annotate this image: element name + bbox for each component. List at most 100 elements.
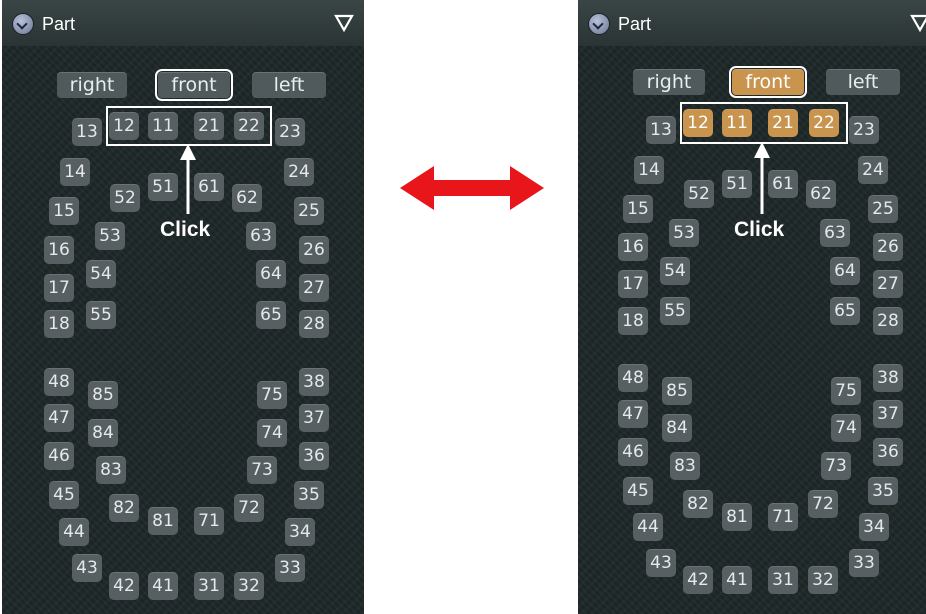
tooth-38[interactable]: 38 <box>873 364 903 392</box>
tooth-64[interactable]: 64 <box>830 257 860 285</box>
tooth-74[interactable]: 74 <box>257 419 287 447</box>
tooth-62[interactable]: 62 <box>806 180 836 208</box>
tooth-26[interactable]: 26 <box>299 236 329 264</box>
tooth-46[interactable]: 46 <box>44 442 74 470</box>
tooth-14[interactable]: 14 <box>634 156 664 184</box>
tooth-35[interactable]: 35 <box>868 477 898 505</box>
tooth-54[interactable]: 54 <box>660 257 690 285</box>
tooth-37[interactable]: 37 <box>873 400 903 428</box>
tooth-85[interactable]: 85 <box>88 381 118 409</box>
tooth-41[interactable]: 41 <box>148 572 178 600</box>
tooth-14[interactable]: 14 <box>60 158 90 186</box>
tooth-71[interactable]: 71 <box>194 507 224 535</box>
tooth-48[interactable]: 48 <box>618 364 648 392</box>
tooth-65[interactable]: 65 <box>830 297 860 325</box>
tooth-65[interactable]: 65 <box>256 301 286 329</box>
tooth-81[interactable]: 81 <box>722 503 752 531</box>
tooth-36[interactable]: 36 <box>299 442 329 470</box>
tooth-12[interactable]: 12 <box>683 109 713 137</box>
tooth-52[interactable]: 52 <box>110 184 140 212</box>
tooth-17[interactable]: 17 <box>44 274 74 302</box>
tooth-18[interactable]: 18 <box>618 307 648 335</box>
tooth-48[interactable]: 48 <box>44 368 74 396</box>
tooth-83[interactable]: 83 <box>670 452 700 480</box>
tooth-53[interactable]: 53 <box>669 219 699 247</box>
collapse-chevron-icon[interactable] <box>12 13 34 35</box>
tooth-47[interactable]: 47 <box>618 400 648 428</box>
tooth-11[interactable]: 11 <box>722 109 752 137</box>
tooth-24[interactable]: 24 <box>858 156 888 184</box>
tooth-42[interactable]: 42 <box>109 572 139 600</box>
tooth-25[interactable]: 25 <box>294 197 324 225</box>
tooth-43[interactable]: 43 <box>646 549 676 577</box>
tooth-27[interactable]: 27 <box>873 270 903 298</box>
tooth-16[interactable]: 16 <box>618 233 648 261</box>
tooth-72[interactable]: 72 <box>808 490 838 518</box>
tooth-13[interactable]: 13 <box>72 118 102 146</box>
tooth-84[interactable]: 84 <box>88 419 118 447</box>
tooth-81[interactable]: 81 <box>148 507 178 535</box>
tooth-45[interactable]: 45 <box>623 477 653 505</box>
tooth-82[interactable]: 82 <box>109 494 139 522</box>
tooth-11[interactable]: 11 <box>148 112 178 140</box>
tooth-17[interactable]: 17 <box>618 270 648 298</box>
tooth-13[interactable]: 13 <box>646 116 676 144</box>
tooth-36[interactable]: 36 <box>873 438 903 466</box>
tooth-25[interactable]: 25 <box>868 195 898 223</box>
tooth-82[interactable]: 82 <box>683 490 713 518</box>
tooth-85[interactable]: 85 <box>662 377 692 405</box>
tooth-37[interactable]: 37 <box>299 404 329 432</box>
tooth-33[interactable]: 33 <box>275 554 305 582</box>
tooth-22[interactable]: 22 <box>234 112 264 140</box>
tooth-31[interactable]: 31 <box>194 572 224 600</box>
tooth-63[interactable]: 63 <box>820 219 850 247</box>
tooth-51[interactable]: 51 <box>722 170 752 198</box>
tooth-22[interactable]: 22 <box>809 109 839 137</box>
tooth-16[interactable]: 16 <box>44 236 74 264</box>
tooth-75[interactable]: 75 <box>257 381 287 409</box>
tooth-44[interactable]: 44 <box>633 513 663 541</box>
view-front-button[interactable]: front <box>155 69 233 101</box>
view-right-button[interactable]: right <box>633 69 705 95</box>
tooth-46[interactable]: 46 <box>618 438 648 466</box>
tooth-27[interactable]: 27 <box>299 274 329 302</box>
tooth-73[interactable]: 73 <box>821 452 851 480</box>
tooth-24[interactable]: 24 <box>284 158 314 186</box>
tooth-75[interactable]: 75 <box>831 377 861 405</box>
tooth-53[interactable]: 53 <box>95 222 125 250</box>
tooth-84[interactable]: 84 <box>662 414 692 442</box>
tooth-32[interactable]: 32 <box>808 566 838 594</box>
tooth-61[interactable]: 61 <box>768 170 798 198</box>
tooth-61[interactable]: 61 <box>194 173 224 201</box>
tooth-33[interactable]: 33 <box>849 549 879 577</box>
tooth-34[interactable]: 34 <box>859 513 889 541</box>
view-left-button[interactable]: left <box>826 69 900 95</box>
view-left-button[interactable]: left <box>252 72 326 98</box>
tooth-28[interactable]: 28 <box>873 307 903 335</box>
tooth-83[interactable]: 83 <box>96 456 126 484</box>
tooth-23[interactable]: 23 <box>849 116 879 144</box>
tooth-38[interactable]: 38 <box>299 368 329 396</box>
collapse-chevron-icon[interactable] <box>588 13 610 35</box>
tooth-21[interactable]: 21 <box>194 112 224 140</box>
tooth-35[interactable]: 35 <box>294 481 324 509</box>
tooth-72[interactable]: 72 <box>234 494 264 522</box>
tooth-21[interactable]: 21 <box>768 109 798 137</box>
tooth-62[interactable]: 62 <box>232 184 262 212</box>
tooth-31[interactable]: 31 <box>768 566 798 594</box>
tooth-43[interactable]: 43 <box>72 554 102 582</box>
tooth-74[interactable]: 74 <box>831 414 861 442</box>
tooth-63[interactable]: 63 <box>246 222 276 250</box>
tooth-71[interactable]: 71 <box>768 503 798 531</box>
tooth-45[interactable]: 45 <box>49 481 79 509</box>
tooth-47[interactable]: 47 <box>44 404 74 432</box>
tooth-12[interactable]: 12 <box>109 112 139 140</box>
dropdown-triangle-icon[interactable] <box>334 14 354 32</box>
tooth-23[interactable]: 23 <box>275 118 305 146</box>
tooth-42[interactable]: 42 <box>683 566 713 594</box>
tooth-41[interactable]: 41 <box>722 566 752 594</box>
tooth-55[interactable]: 55 <box>660 297 690 325</box>
tooth-44[interactable]: 44 <box>59 518 89 546</box>
dropdown-triangle-icon[interactable] <box>910 14 926 32</box>
view-right-button[interactable]: right <box>57 72 127 98</box>
